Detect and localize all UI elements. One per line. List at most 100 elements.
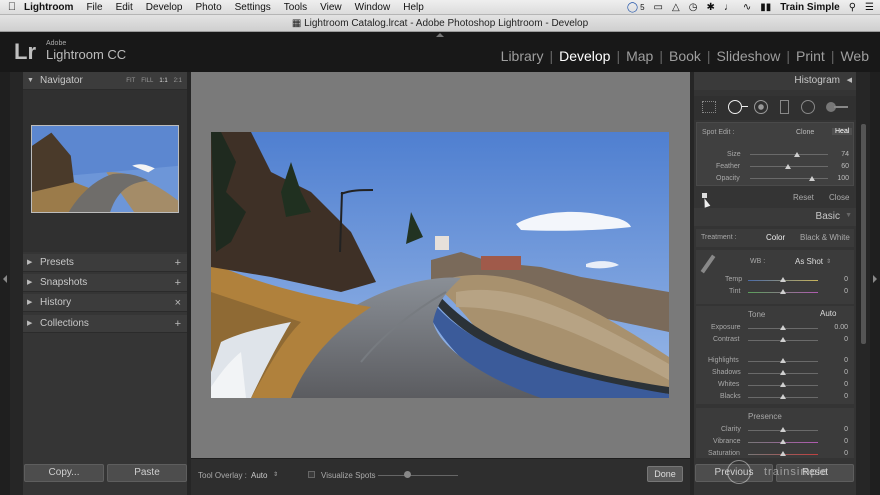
collapse-triangle-icon[interactable]: ▼ xyxy=(845,212,852,219)
slider-knob[interactable] xyxy=(404,471,411,478)
adjustment-brush-icon[interactable] xyxy=(826,102,848,112)
treatment-color[interactable]: Color xyxy=(766,233,785,242)
navigator-header[interactable]: ▼ Navigator FIT FILL 1:1 2:1 xyxy=(23,72,187,90)
auto-tone-button[interactable]: Auto xyxy=(820,309,836,318)
volume-icon[interactable]: ♩ xyxy=(724,2,734,13)
whites-slider-knob[interactable] xyxy=(780,382,786,387)
opacity-slider[interactable] xyxy=(750,178,828,179)
shadows-slider-knob[interactable] xyxy=(780,370,786,375)
main-photo[interactable] xyxy=(211,132,669,398)
spot-removal-tool-icon[interactable] xyxy=(728,100,742,114)
collapse-triangle-icon[interactable]: ◀ xyxy=(847,76,852,84)
temp-slider-knob[interactable] xyxy=(780,277,786,282)
add-collection-icon[interactable]: + xyxy=(175,315,181,333)
red-eye-tool-icon[interactable] xyxy=(754,100,768,114)
menu-edit[interactable]: Edit xyxy=(116,2,133,13)
copy-button[interactable]: Copy... xyxy=(24,464,104,482)
zoom-2-1[interactable]: 2:1 xyxy=(174,72,182,90)
menu-window[interactable]: Window xyxy=(355,2,391,13)
right-panel-toggle-icon[interactable] xyxy=(873,275,877,283)
size-value[interactable]: 74 xyxy=(825,151,849,158)
airplay-icon[interactable]: △ xyxy=(672,2,680,13)
vibrance-slider-knob[interactable] xyxy=(780,439,786,444)
saturation-slider-knob[interactable] xyxy=(780,451,786,456)
opacity-value[interactable]: 100 xyxy=(825,175,849,182)
menu-photo[interactable]: Photo xyxy=(196,2,222,13)
clarity-slider-knob[interactable] xyxy=(780,427,786,432)
feather-slider-knob[interactable] xyxy=(785,164,791,169)
apple-icon[interactable]:  xyxy=(0,1,24,13)
menu-lightroom[interactable]: Lightroom xyxy=(24,2,73,13)
heal-toggle[interactable]: Heal xyxy=(832,128,853,135)
exposure-slider-knob[interactable] xyxy=(780,325,786,330)
user-name[interactable]: Train Simple xyxy=(780,2,839,13)
menu-file[interactable]: File xyxy=(86,2,102,13)
paste-button[interactable]: Paste xyxy=(107,464,187,482)
tint-slider-knob[interactable] xyxy=(780,289,786,294)
visualize-spots-checkbox[interactable] xyxy=(308,471,315,478)
blacks-slider-knob[interactable] xyxy=(780,394,786,399)
blacks-value[interactable]: 0 xyxy=(824,393,848,400)
zoom-1-1[interactable]: 1:1 xyxy=(159,72,167,90)
history-header[interactable]: ▶ History × xyxy=(23,294,187,312)
add-preset-icon[interactable]: + xyxy=(175,254,181,272)
creative-cloud-icon[interactable]: ◯ xyxy=(627,2,638,13)
exposure-value[interactable]: 0.00 xyxy=(824,324,848,331)
module-slideshow[interactable]: Slideshow xyxy=(711,48,787,64)
menu-help[interactable]: Help xyxy=(403,2,424,13)
display-icon[interactable]: ▭ xyxy=(654,2,663,13)
shadows-value[interactable]: 0 xyxy=(824,369,848,376)
snapshots-header[interactable]: ▶ Snapshots + xyxy=(23,274,187,292)
visualize-threshold-slider[interactable] xyxy=(378,475,458,476)
top-panel-toggle-icon[interactable] xyxy=(436,33,444,37)
add-snapshot-icon[interactable]: + xyxy=(175,274,181,292)
spot-close-button[interactable]: Close xyxy=(829,193,849,202)
histogram-header[interactable]: Histogram ◀ xyxy=(694,72,856,90)
tool-overlay-select[interactable]: Auto xyxy=(251,471,267,480)
right-edge-strip[interactable] xyxy=(870,72,880,495)
module-print[interactable]: Print xyxy=(790,48,831,64)
spot-reset-button[interactable]: Reset xyxy=(793,193,814,202)
highlights-value[interactable]: 0 xyxy=(824,357,848,364)
graduated-filter-icon[interactable] xyxy=(780,100,789,114)
wifi-icon[interactable]: ∿ xyxy=(743,2,751,13)
vibrance-value[interactable]: 0 xyxy=(824,438,848,445)
right-panel-scrollbar[interactable] xyxy=(861,124,866,344)
treatment-black-white[interactable]: Black & White xyxy=(800,233,850,242)
tint-value[interactable]: 0 xyxy=(824,288,848,295)
left-edge-strip[interactable] xyxy=(0,72,10,495)
menu-view[interactable]: View xyxy=(320,2,342,13)
left-panel-toggle-icon[interactable] xyxy=(3,275,7,283)
contrast-slider-knob[interactable] xyxy=(780,337,786,342)
size-slider-knob[interactable] xyxy=(794,152,800,157)
menu-develop[interactable]: Develop xyxy=(146,2,183,13)
module-map[interactable]: Map xyxy=(620,48,659,64)
collections-header[interactable]: ▶ Collections + xyxy=(23,315,187,333)
battery-icon[interactable]: ▮▮ xyxy=(760,2,771,13)
navigator-preview[interactable] xyxy=(23,90,187,252)
temp-value[interactable]: 0 xyxy=(824,276,848,283)
module-library[interactable]: Library xyxy=(495,48,550,64)
presets-header[interactable]: ▶ Presets + xyxy=(23,254,187,272)
module-develop[interactable]: Develop xyxy=(553,48,616,64)
radial-filter-icon[interactable] xyxy=(801,100,815,114)
contrast-value[interactable]: 0 xyxy=(824,336,848,343)
menu-settings[interactable]: Settings xyxy=(235,2,271,13)
zoom-fit[interactable]: FIT xyxy=(126,72,135,90)
module-book[interactable]: Book xyxy=(663,48,707,64)
wb-select[interactable]: As Shot xyxy=(795,257,823,266)
saturation-value[interactable]: 0 xyxy=(824,450,848,457)
eyedropper-icon[interactable] xyxy=(700,254,716,274)
crop-tool-icon[interactable] xyxy=(702,101,716,113)
size-slider[interactable] xyxy=(750,154,828,155)
module-web[interactable]: Web xyxy=(834,48,875,64)
clarity-value[interactable]: 0 xyxy=(824,426,848,433)
feather-value[interactable]: 60 xyxy=(825,163,849,170)
clone-toggle[interactable]: Clone xyxy=(796,129,814,136)
whites-value[interactable]: 0 xyxy=(824,381,848,388)
notification-center-icon[interactable]: ☰ xyxy=(865,2,874,13)
zoom-fill[interactable]: FILL xyxy=(141,72,153,90)
done-button[interactable]: Done xyxy=(647,466,683,482)
navigator-thumbnail[interactable] xyxy=(31,125,179,213)
basic-header[interactable]: Basic ▼ xyxy=(694,208,856,226)
